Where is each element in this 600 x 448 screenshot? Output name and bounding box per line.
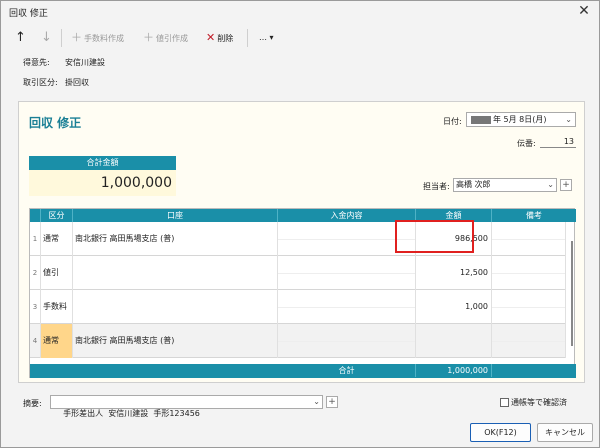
delete-label: 削除 [217,34,234,43]
memo-select[interactable]: 手形差出人 安信川建設 手形123456 ⌄ [50,395,323,418]
cell-account[interactable] [73,290,278,324]
cell-note[interactable] [492,222,566,256]
cell-account[interactable]: 南北銀行 高田馬場支店 (普) [73,222,278,256]
staff-label: 担当者: [423,182,450,191]
transaction-label: 取引区分: [23,78,58,87]
more-icon: … [259,33,267,42]
date-value: 年 5月 8日(月) [493,115,547,124]
cell-kubun[interactable]: 値引 [41,256,73,290]
toolbar-divider [61,29,62,47]
grid-scrollbar[interactable] [569,223,575,363]
cell-amount[interactable]: 12,500 [416,256,492,290]
cell-kubun[interactable]: 通常 [41,222,73,256]
cell-content[interactable] [278,290,416,324]
cancel-button[interactable]: キャンセル [537,423,593,442]
table-row[interactable]: 3 手数料 1,000 [30,290,566,324]
highlight-box [395,220,474,253]
total-amount-value: 1,000,000 [29,170,176,196]
slip-number-label: 伝番: [517,139,536,148]
cell-note[interactable] [492,324,566,358]
row-number-header [30,209,41,222]
checkbox-box[interactable] [500,398,509,407]
fee-create-button[interactable]: ＋手数料作成 [71,29,124,47]
slip-number-field[interactable]: 13 [540,135,576,148]
memo-label: 摘要: [23,399,42,408]
staff-select[interactable]: 高橋 次郎 ⌄ [453,178,557,192]
header-account: 口座 [73,209,278,222]
chevron-down-icon: ⌄ [565,115,572,124]
discount-create-button[interactable]: ＋値引作成 [143,29,188,47]
move-up-button[interactable]: ↑ [15,29,26,47]
chevron-down-icon: ⌄ [547,180,554,189]
close-icon[interactable]: ✕ [575,2,593,20]
grid-header: 区分 口座 入金内容 金額 備考 [30,209,576,222]
staff-value: 高橋 次郎 [456,180,491,189]
dialog-window: 回収 修正 ✕ ↑ ↓ ＋手数料作成 ＋値引作成 ✕ 削除 … ▾ 得意先: 安信川… [0,0,600,448]
fee-create-label: 手数料作成 [84,34,124,43]
table-row[interactable]: 1 通常 南北銀行 高田馬場支店 (普) 986,500 [30,222,566,256]
add-staff-button[interactable]: + [560,179,572,191]
customer-row: 得意先: 安信川建設 [23,57,105,68]
chevron-down-icon: ⌄ [313,397,320,406]
footer-total-value: 1,000,000 [416,364,492,377]
cell-amount[interactable] [416,324,492,358]
cell-account[interactable] [73,256,278,290]
cell-account[interactable]: 南北銀行 高田馬場支店 (普) [73,324,278,358]
customer-label: 得意先: [23,58,50,67]
title-bar: 回収 修正 ✕ [1,1,599,23]
cell-note[interactable] [492,290,566,324]
form-panel: 回収 修正 日付: 年 5月 8日(月) ⌄ 伝番: 13 合計金額 1,000… [18,101,585,383]
date-picker[interactable]: 年 5月 8日(月) ⌄ [466,112,576,127]
cell-kubun[interactable]: 手数料 [41,290,73,324]
total-amount-header: 合計金額 [29,156,176,170]
move-down-button[interactable]: ↓ [41,29,52,47]
customer-value: 安信川建設 [65,58,105,67]
row-number: 2 [32,269,38,277]
payment-grid: 区分 口座 入金内容 金額 備考 1 通常 南北銀行 高田馬場支店 (普) 98… [29,208,576,378]
scroll-thumb[interactable] [571,241,573,346]
cell-note[interactable] [492,256,566,290]
cell-content[interactable] [278,256,416,290]
discount-create-label: 値引作成 [156,34,188,43]
plus-icon: ＋ [143,31,154,44]
memo-value: 手形差出人 安信川建設 手形123456 [63,409,200,418]
header-kubun: 区分 [41,209,73,222]
plus-icon: ＋ [71,31,82,44]
row-number: 3 [32,303,38,311]
toolbar: ↑ ↓ ＋手数料作成 ＋値引作成 ✕ 削除 … ▾ [1,27,599,49]
toolbar-divider [247,29,248,47]
window-title: 回収 修正 [9,9,48,19]
cell-kubun-active[interactable]: 通常 [41,324,73,358]
cell-amount[interactable]: 1,000 [416,290,492,324]
chevron-down-icon: ▾ [269,33,274,42]
add-memo-button[interactable]: + [326,396,338,408]
grid-footer: 合計 1,000,000 [30,364,576,378]
masked-year [471,115,491,124]
footer-total-label: 合計 [278,364,416,377]
form-heading: 回収 修正 [29,116,82,130]
cell-content[interactable] [278,324,416,358]
confirm-checkbox[interactable]: 通帳等で確認済 [500,397,567,408]
confirm-label: 通帳等で確認済 [511,398,567,407]
table-row[interactable]: 2 値引 12,500 [30,256,566,290]
date-label: 日付: [443,117,462,126]
transaction-value: 掛回収 [65,78,89,87]
ok-button[interactable]: OK(F12) [470,423,531,442]
more-menu-button[interactable]: … ▾ [259,29,274,47]
transaction-row: 取引区分: 掛回収 [23,77,89,88]
delete-button[interactable]: ✕ 削除 [206,29,233,47]
row-number: 4 [32,337,38,345]
row-number: 1 [32,235,38,243]
table-row-active[interactable]: 4 通常 南北銀行 高田馬場支店 (普) [30,324,566,358]
delete-icon: ✕ [206,31,216,44]
header-note: 備考 [526,211,542,220]
